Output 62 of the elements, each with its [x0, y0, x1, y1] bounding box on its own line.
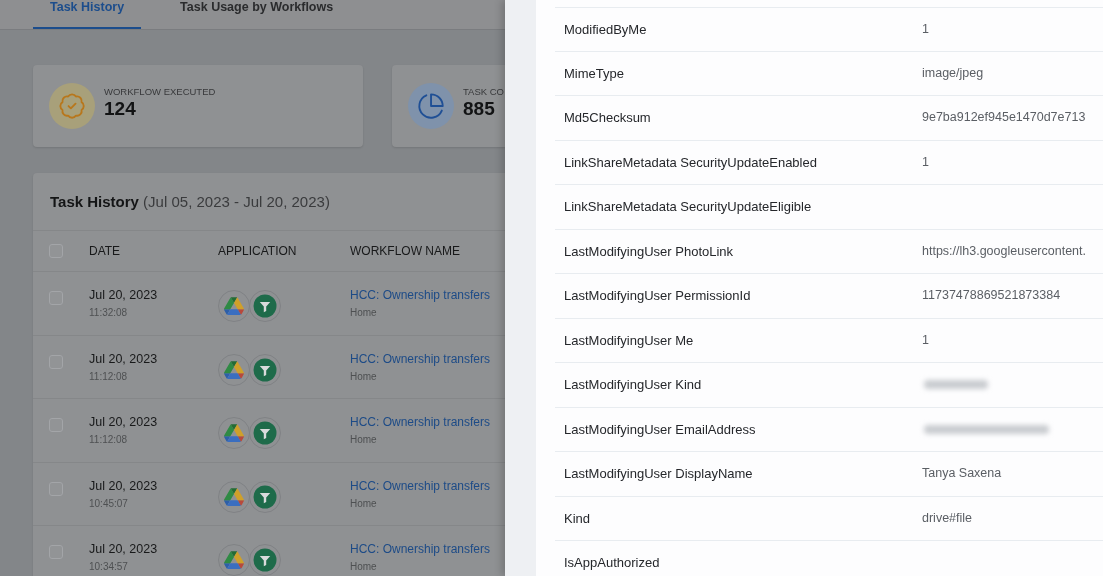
stat-label: TASK CO — [463, 86, 504, 98]
task-time: 11:12:08 — [89, 433, 128, 447]
property-name: LastModifyingUser Kind — [563, 377, 702, 393]
triangle-logo-icon — [218, 480, 250, 513]
funnel-icon — [249, 480, 281, 513]
tab[interactable]: Task Usage by Workflows — [163, 0, 351, 29]
property-value: Tanya Saxena — [921, 466, 1002, 482]
triangle-logo-icon — [218, 417, 250, 449]
task-date: Jul 20, 2023 — [89, 350, 158, 367]
funnel-icon — [249, 290, 281, 322]
property-name: Md5Checksum — [563, 110, 651, 126]
tab[interactable]: Task History — [33, 0, 142, 29]
property-name: LastModifyingUser PermissionId — [563, 288, 751, 304]
property-name: LastModifyingUser EmailAddress — [563, 421, 756, 437]
workflow-folder: Home — [350, 306, 377, 320]
workflow-link[interactable]: HCC: Ownership transfers — [350, 287, 491, 303]
property-value: 1 — [921, 154, 929, 170]
funnel-icon — [249, 417, 281, 449]
workflow-folder: Home — [350, 496, 377, 511]
triangle-logo-icon — [218, 353, 250, 386]
task-time: 11:32:08 — [89, 306, 128, 320]
task-date: Jul 20, 2023 — [89, 541, 158, 557]
column-header: WORKFLOW NAME — [350, 244, 460, 258]
task-time: 10:34:57 — [89, 560, 128, 574]
column-header: APPLICATION — [218, 244, 297, 258]
workflow-link[interactable]: HCC: Ownership transfers — [350, 350, 491, 367]
badge-check-icon — [49, 83, 95, 129]
card-title: Task History (Jul 05, 2023 - Jul 20, 2023) — [50, 193, 330, 210]
property-name: ModifiedByMe — [563, 21, 647, 37]
task-date: Jul 20, 2023 — [89, 414, 158, 430]
property-name: Kind — [563, 510, 591, 526]
task-time: 10:45:07 — [89, 496, 128, 511]
property-value: drive#file — [921, 510, 973, 526]
property-value: 1 — [921, 332, 929, 348]
property-name: LastModifyingUser Me — [563, 332, 694, 348]
stat-label: WORKFLOW EXECUTED — [104, 86, 216, 98]
workflow-link[interactable]: HCC: Ownership transfers — [350, 541, 491, 557]
property-value: 11737478869521873384 — [921, 288, 1061, 304]
triangle-logo-icon — [218, 290, 250, 322]
workflow-link[interactable]: HCC: Ownership transfers — [350, 477, 491, 494]
property-name: LastModifyingUser DisplayName — [563, 466, 753, 482]
task-time: 11:12:08 — [89, 369, 128, 384]
workflow-folder: Home — [350, 433, 377, 447]
stat-value: 885 — [463, 98, 495, 120]
task-date: Jul 20, 2023 — [89, 477, 158, 494]
property-name: LastModifyingUser PhotoLink — [563, 243, 734, 259]
workflow-folder: Home — [350, 369, 377, 384]
task-date: Jul 20, 2023 — [89, 287, 158, 303]
property-value: 9e7ba912ef945e1470d7e713 — [921, 110, 1086, 126]
property-name: IsAppAuthorized — [563, 555, 660, 571]
property-name: LinkShareMetadata SecurityUpdateEligible — [563, 199, 812, 215]
property-name: LinkShareMetadata SecurityUpdateEnabled — [563, 154, 817, 170]
funnel-icon — [249, 353, 281, 386]
property-value: image/jpeg — [921, 65, 984, 81]
property-name: MimeType — [563, 65, 624, 81]
column-header: DATE — [89, 244, 121, 258]
property-value: https://lh3.googleusercontent. — [921, 243, 1086, 259]
workflow-link[interactable]: HCC: Ownership transfers — [350, 414, 491, 430]
workflow-folder: Home — [350, 560, 377, 574]
stat-value: 124 — [104, 98, 136, 120]
property-value: 1 — [921, 21, 929, 37]
pie-chart-icon — [408, 83, 454, 129]
